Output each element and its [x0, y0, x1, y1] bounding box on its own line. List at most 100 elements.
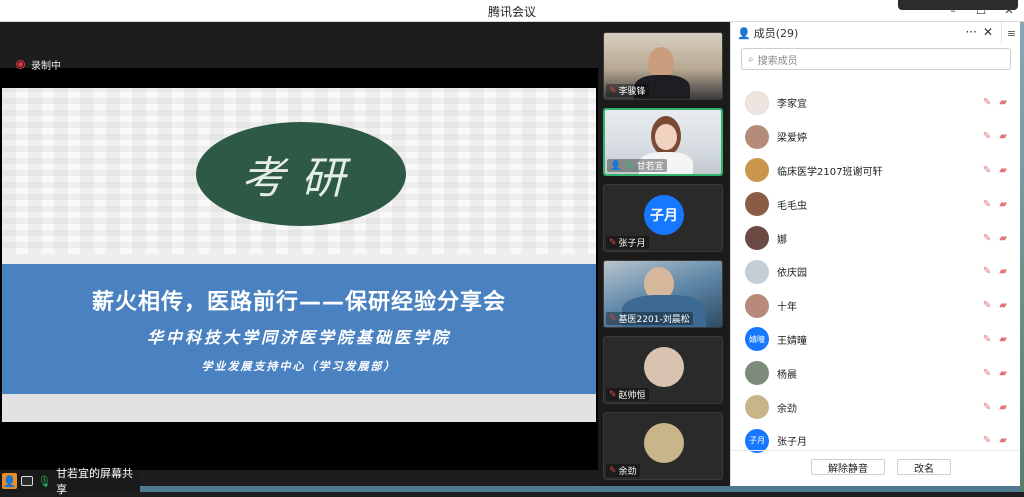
mic-muted-icon[interactable]: ✎	[983, 402, 991, 413]
unmute-button[interactable]: 解除静音	[811, 459, 885, 475]
participant-avatar	[644, 423, 684, 463]
member-row[interactable]: 李家宜 ✎ ▰	[731, 86, 1021, 120]
participant-name: 基医2201-刘晨松	[618, 315, 690, 325]
mic-muted-icon: ✎	[609, 465, 617, 476]
avatar-initials: 婧曈	[749, 334, 765, 344]
members-panel: 👤 成员(29) ··· ✕ ≡ ⌕ 搜索成员 李家宜 ✎ ▰ 梁爱婷 ✎ ▰ 临床…	[730, 22, 1021, 486]
screen-share-icon	[21, 476, 33, 486]
mic-muted-icon[interactable]: ✎	[983, 97, 991, 108]
video-tile[interactable]: ✎ 李骏锋	[603, 32, 723, 100]
title-bar: 腾讯会议 – ☐ ✕	[0, 0, 1024, 22]
minimize-icon[interactable]: –	[948, 4, 958, 17]
panel-actions: ··· ✕	[965, 25, 993, 39]
camera-off-icon[interactable]: ▰	[999, 165, 1007, 176]
member-row[interactable]: 十年 ✎ ▰	[731, 289, 1021, 323]
member-name: 毛毛虫	[777, 200, 807, 212]
avatar-initials: 子月	[749, 436, 765, 446]
recording-header	[0, 22, 598, 68]
participant-name: 张子月	[618, 239, 646, 249]
user-icon: 👤	[2, 473, 18, 489]
member-row[interactable]: 毛毛虫 ✎ ▰	[731, 187, 1021, 221]
microphone-icon: 🎙	[37, 474, 52, 488]
member-status: ✎ ▰	[983, 97, 1007, 108]
member-avatar: 婧曈	[745, 327, 769, 352]
members-panel-title: 成员(29)	[753, 27, 799, 40]
tile-caption: ✎ 李骏锋	[606, 84, 649, 97]
member-avatar	[745, 226, 769, 251]
screen-share-bar[interactable]: 👤 🎙 甘若宜的屏幕共享	[0, 467, 140, 496]
member-name: 梁爱婷	[777, 133, 807, 145]
member-name: 杨晨	[777, 369, 797, 381]
video-tile[interactable]: 子月 ✎ 张子月	[603, 184, 723, 252]
more-icon[interactable]: ···	[965, 25, 976, 39]
camera-off-icon[interactable]: ▰	[999, 435, 1007, 446]
member-row[interactable]: 梁爱婷 ✎ ▰	[731, 120, 1021, 154]
camera-off-icon[interactable]: ▰	[999, 334, 1007, 345]
mic-muted-icon: ✎	[609, 237, 617, 248]
camera-off-icon[interactable]: ▰	[999, 131, 1007, 142]
member-avatar	[745, 395, 769, 420]
member-avatar	[745, 293, 769, 318]
screen-share-label: 甘若宜的屏幕共享	[56, 467, 134, 496]
members-panel-footer: 解除静音 改名	[731, 450, 1021, 486]
search-placeholder: 搜索成员	[757, 55, 798, 67]
video-tile[interactable]: ✎ 基医2201-刘晨松	[603, 260, 723, 328]
member-status: ✎ ▰	[983, 165, 1007, 176]
member-name: 张子月	[777, 437, 807, 449]
mic-muted-icon[interactable]: ✎	[983, 334, 991, 345]
camera-off-icon[interactable]: ▰	[999, 402, 1007, 413]
mic-muted-icon[interactable]: ✎	[983, 266, 991, 277]
mic-muted-icon[interactable]: ✎	[983, 199, 991, 210]
close-panel-icon[interactable]: ✕	[983, 25, 993, 39]
participant-avatar	[644, 347, 684, 387]
member-status: ✎ ▰	[983, 131, 1007, 142]
search-icon: ⌕	[748, 53, 754, 65]
slide-organization: 学业发展支持中心（学习发展部）	[201, 360, 397, 373]
member-row[interactable]: 娜 ✎ ▰	[731, 221, 1021, 255]
mic-muted-icon: ✎	[609, 85, 617, 96]
recording-indicator[interactable]: 录制中	[16, 57, 61, 72]
avatar-initials: 子月	[650, 208, 678, 224]
panel-menu-icon[interactable]: ≡	[1001, 22, 1021, 44]
mic-muted-icon[interactable]: ✎	[983, 233, 991, 244]
video-tile[interactable]: ✎ 赵帅恒	[603, 336, 723, 404]
member-status: ✎ ▰	[983, 402, 1007, 413]
host-icon: 👤	[610, 160, 622, 171]
desktop-strip	[140, 486, 1024, 492]
member-search-input[interactable]: ⌕ 搜索成员	[741, 48, 1011, 70]
mic-muted-icon[interactable]: ✎	[983, 435, 991, 446]
video-tile-active[interactable]: 👤 🎙 甘若宜	[603, 108, 723, 176]
tile-caption: ✎ 张子月	[606, 236, 649, 249]
mic-muted-icon: ✎	[609, 389, 617, 400]
rename-button[interactable]: 改名	[897, 459, 951, 475]
member-status: ✎ ▰	[983, 300, 1007, 311]
member-row[interactable]: 依庆园 ✎ ▰	[731, 255, 1021, 289]
desktop-edge	[1020, 22, 1024, 492]
participant-name: 余劲	[618, 467, 637, 477]
maximize-icon[interactable]: ☐	[976, 4, 986, 17]
camera-off-icon[interactable]: ▰	[999, 300, 1007, 311]
close-icon[interactable]: ✕	[1004, 4, 1014, 17]
member-row[interactable]: 婧曈 王婧曈 ✎ ▰	[731, 323, 1021, 357]
mic-muted-icon[interactable]: ✎	[983, 165, 991, 176]
member-avatar	[745, 90, 769, 115]
camera-off-icon[interactable]: ▰	[999, 233, 1007, 244]
mic-muted-icon[interactable]: ✎	[983, 131, 991, 142]
mic-muted-icon[interactable]: ✎	[983, 368, 991, 379]
mic-muted-icon[interactable]: ✎	[983, 300, 991, 311]
participant-avatar: 子月	[644, 195, 684, 235]
member-avatar	[745, 124, 769, 149]
member-row[interactable]: 临床医学2107班谢可轩 ✎ ▰	[731, 154, 1021, 188]
tile-caption: ✎ 基医2201-刘晨松	[606, 312, 693, 325]
member-row[interactable]: 余劲 ✎ ▰	[731, 390, 1021, 424]
member-avatar	[745, 192, 769, 217]
member-status: ✎ ▰	[983, 233, 1007, 244]
camera-off-icon[interactable]: ▰	[999, 368, 1007, 379]
member-name: 依庆园	[777, 268, 807, 280]
camera-off-icon[interactable]: ▰	[999, 266, 1007, 277]
camera-off-icon[interactable]: ▰	[999, 97, 1007, 108]
camera-off-icon[interactable]: ▰	[999, 199, 1007, 210]
video-tile[interactable]: ✎ 余劲	[603, 412, 723, 480]
member-name: 余劲	[777, 403, 797, 415]
member-row[interactable]: 杨晨 ✎ ▰	[731, 356, 1021, 390]
